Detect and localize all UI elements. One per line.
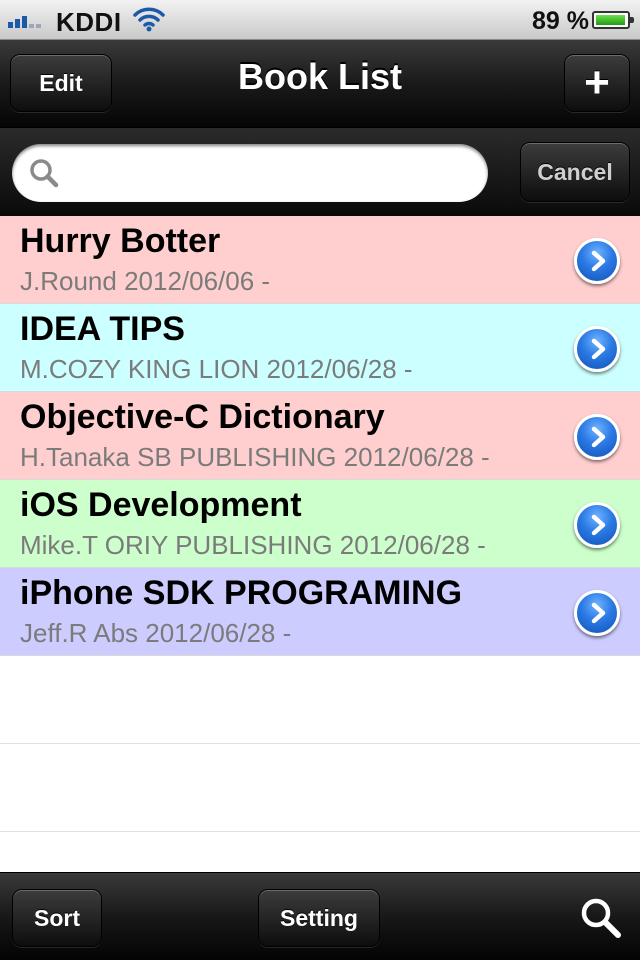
book-title: Hurry Botter	[20, 222, 221, 260]
book-row[interactable]: IDEA TIPS M.COZY KING LION 2012/06/28 -	[0, 304, 640, 392]
search-icon	[28, 157, 60, 194]
detail-disclosure-icon[interactable]	[574, 414, 620, 460]
navigation-bar: Edit Book List +	[0, 40, 640, 128]
book-title: iPhone SDK PROGRAMING	[20, 574, 463, 612]
search-input[interactable]	[72, 152, 472, 194]
bottom-toolbar: Sort Setting	[0, 872, 640, 960]
book-title: IDEA TIPS	[20, 310, 185, 348]
search-field[interactable]	[12, 144, 488, 202]
empty-row	[0, 744, 640, 832]
detail-disclosure-icon[interactable]	[574, 502, 620, 548]
page-title: Book List	[237, 56, 402, 97]
book-row[interactable]: Hurry Botter J.Round 2012/06/06 -	[0, 216, 640, 304]
book-subtitle: Jeff.R Abs 2012/06/28 -	[20, 618, 292, 648]
empty-row	[0, 656, 640, 744]
detail-disclosure-icon[interactable]	[574, 590, 620, 636]
book-row[interactable]: Objective-C Dictionary H.Tanaka SB PUBLI…	[0, 392, 640, 480]
book-row[interactable]: iOS Development Mike.T ORIY PUBLISHING 2…	[0, 480, 640, 568]
book-subtitle: H.Tanaka SB PUBLISHING 2012/06/28 -	[20, 442, 490, 472]
book-subtitle: J.Round 2012/06/06 -	[20, 266, 271, 296]
add-book-button[interactable]: +	[564, 54, 630, 112]
battery-icon	[592, 11, 634, 29]
book-title: Objective-C Dictionary	[20, 398, 385, 436]
book-subtitle: M.COZY KING LION 2012/06/28 -	[20, 354, 413, 384]
book-list: Hurry Botter J.Round 2012/06/06 - IDEA T…	[0, 216, 640, 832]
detail-disclosure-icon[interactable]	[574, 238, 620, 284]
wifi-icon	[133, 6, 165, 37]
book-subtitle: Mike.T ORIY PUBLISHING 2012/06/28 -	[20, 530, 486, 560]
setting-button[interactable]: Setting	[258, 889, 380, 947]
detail-disclosure-icon[interactable]	[574, 326, 620, 372]
battery-percent: 89 %	[532, 7, 589, 35]
status-bar: KDDI 89 %	[0, 0, 640, 40]
signal-bars-icon	[8, 12, 41, 28]
sort-button[interactable]: Sort	[12, 889, 102, 947]
search-bar: Cancel	[0, 128, 640, 216]
carrier-name: KDDI	[56, 7, 122, 37]
edit-button[interactable]: Edit	[10, 54, 112, 112]
book-title: iOS Development	[20, 486, 302, 524]
search-icon[interactable]	[578, 895, 624, 946]
book-row[interactable]: iPhone SDK PROGRAMING Jeff.R Abs 2012/06…	[0, 568, 640, 656]
cancel-button[interactable]: Cancel	[520, 142, 630, 202]
